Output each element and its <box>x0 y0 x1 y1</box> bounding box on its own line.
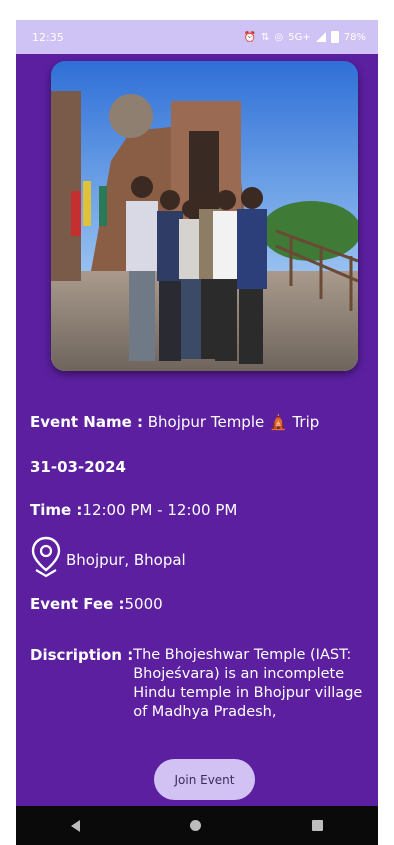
event-description-row: Discription : The Bhojeshwar Temple (IAS… <box>30 646 378 722</box>
event-time-value: 12:00 PM - 12:00 PM <box>82 501 238 519</box>
event-location-value: Bhojpur, Bhopal <box>66 551 186 569</box>
event-description-value: The Bhojeshwar Temple (IAST: Bhojeśvara)… <box>133 647 363 720</box>
data-icon: ⇅ <box>261 31 270 43</box>
alarm-icon: ⏰ <box>243 31 257 43</box>
battery-icon <box>330 31 339 43</box>
event-time-row: Time :12:00 PM - 12:00 PM <box>30 501 237 519</box>
event-photo <box>51 61 358 371</box>
event-photo-image <box>51 61 358 371</box>
recent-apps-icon[interactable] <box>311 820 323 831</box>
hotspot-icon: ◎ <box>274 31 284 43</box>
event-description-label: Discription : <box>30 646 134 664</box>
network-label: 5G+ <box>288 31 311 43</box>
status-time: 12:35 <box>32 30 64 44</box>
phone-screen: 12:35 ⏰ ⇅ ◎ 5G+ 78% Event Name: Bhojpur… <box>16 20 378 845</box>
navigation-bar <box>16 806 378 845</box>
home-icon[interactable] <box>190 820 202 831</box>
event-fee-label: Event Fee : <box>30 595 125 613</box>
join-event-button[interactable]: Join Event <box>154 759 255 800</box>
location-pin-icon <box>31 536 61 578</box>
signal-icon <box>315 32 326 42</box>
event-location-row: Bhojpur, Bhopal <box>30 536 186 578</box>
battery-level: 78% <box>343 31 366 43</box>
status-icons: ⏰ ⇅ ◎ 5G+ 78% <box>244 31 366 43</box>
event-name-value: Bhojpur Temple 🛕 Trip <box>147 413 320 431</box>
event-fee-row: Event Fee :5000 <box>30 595 163 613</box>
back-icon[interactable] <box>71 819 81 832</box>
event-name-label: Event Name : <box>30 413 143 431</box>
event-date: 31-03-2024 <box>30 458 126 476</box>
event-fee-value: 5000 <box>124 595 163 613</box>
event-time-label: Time : <box>30 501 83 519</box>
event-name-row: Event Name : Bhojpur Temple 🛕 Trip <box>30 413 319 431</box>
status-bar: 12:35 ⏰ ⇅ ◎ 5G+ 78% <box>16 20 378 54</box>
